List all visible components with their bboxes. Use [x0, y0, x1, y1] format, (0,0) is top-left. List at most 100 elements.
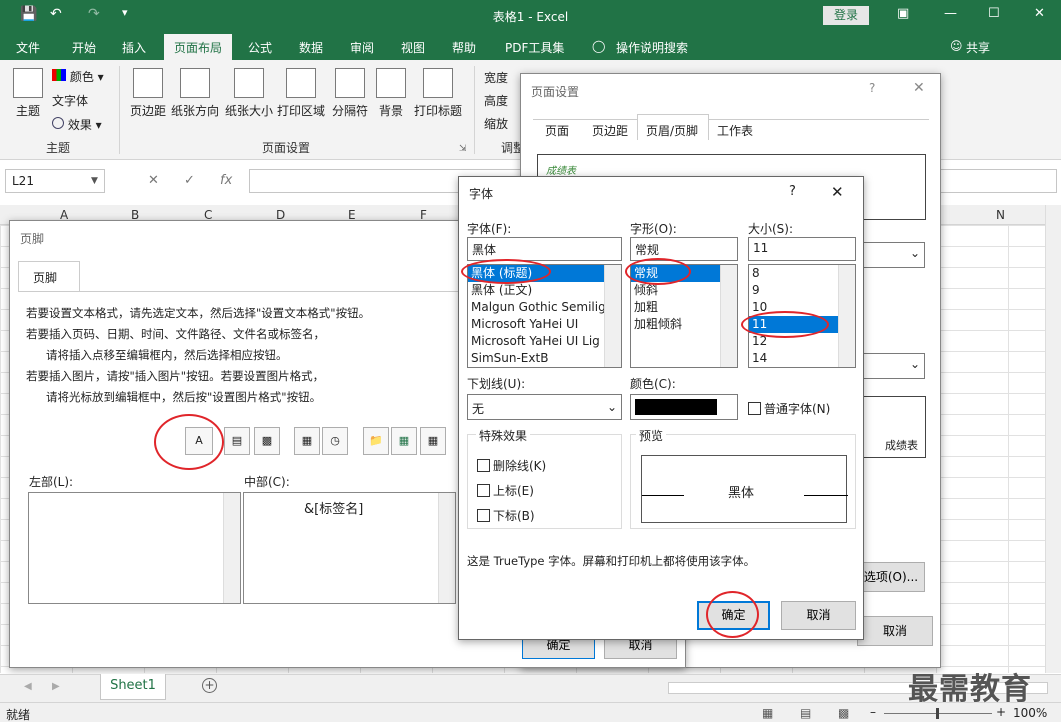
tab-page-layout[interactable]: 页面布局	[164, 34, 233, 60]
style-input[interactable]: 常规	[630, 237, 738, 261]
left-section-input[interactable]	[28, 492, 241, 604]
fonts-button[interactable]: 文字体	[52, 92, 88, 109]
list-item[interactable]: Microsoft YaHei UI Lig	[468, 333, 621, 350]
tab-file[interactable]: 文件	[16, 39, 40, 56]
tab-review[interactable]: 审阅	[350, 39, 374, 56]
sheet-tab[interactable]: Sheet1	[100, 674, 166, 700]
list-item[interactable]: SimSun-ExtB	[468, 350, 621, 367]
page-layout-view-icon[interactable]: ▤	[800, 706, 811, 720]
subscript-checkbox[interactable]: 下标(B)	[477, 507, 535, 524]
page-setup-title: 页面设置	[531, 85, 580, 99]
maximize-icon[interactable]: ☐	[988, 6, 1000, 21]
scale-percent[interactable]: 缩放	[484, 115, 508, 132]
insert-function-icon[interactable]: fx	[220, 173, 232, 188]
font-input[interactable]: 黑体	[467, 237, 622, 261]
orientation-button[interactable]: 纸张方向	[170, 68, 220, 119]
column-header[interactable]: N	[996, 208, 1005, 222]
close-icon[interactable]: ✕	[1034, 6, 1045, 21]
underline-select[interactable]: 无 ⌄	[467, 394, 622, 420]
cancel-button[interactable]: 取消	[857, 616, 933, 646]
print-area-button[interactable]: 打印区域	[276, 68, 326, 119]
header-select[interactable]: ⌄	[857, 242, 925, 268]
cancel-button[interactable]: 取消	[781, 601, 856, 630]
center-section-input[interactable]: &[标签名]	[243, 492, 456, 604]
effects-button[interactable]: 效果 ▾	[52, 116, 102, 133]
add-sheet-icon[interactable]: +	[202, 678, 217, 693]
tab-pdf-tools[interactable]: PDF工具集	[505, 39, 564, 56]
scrollbar[interactable]	[720, 265, 737, 367]
tab-data[interactable]: 数据	[299, 39, 323, 56]
tab-header-footer[interactable]: 页眉/页脚	[637, 114, 709, 140]
scrollbar[interactable]	[838, 265, 855, 367]
close-icon[interactable]: ✕	[913, 80, 925, 96]
insert-file-path-icon[interactable]: 📁	[363, 427, 389, 455]
insert-date-icon[interactable]: ▦	[294, 427, 320, 455]
tab-home[interactable]: 开始	[72, 39, 96, 56]
tab-formulas[interactable]: 公式	[248, 39, 272, 56]
insert-page-number-icon[interactable]: ▤	[224, 427, 250, 455]
prev-sheet-icon[interactable]: ◀	[24, 681, 32, 692]
insert-page-count-icon[interactable]: ▩	[254, 427, 280, 455]
size-button[interactable]: 纸张大小	[224, 68, 274, 119]
zoom-level[interactable]: 100%	[1013, 706, 1047, 720]
superscript-checkbox[interactable]: 上标(E)	[477, 482, 534, 499]
font-dialog: 字体 ? ✕ 字体(F): 黑体 黑体 (标题) 黑体 (正文) Malgun …	[458, 176, 864, 640]
ribbon-display-icon[interactable]: ▣	[897, 6, 909, 21]
list-item[interactable]: Malgun Gothic Semilig	[468, 299, 621, 316]
colors-button[interactable]: 颜色 ▾	[52, 68, 104, 85]
watermark: 最需教育	[908, 672, 1032, 707]
normal-view-icon[interactable]: ▦	[762, 706, 773, 720]
vertical-scrollbar[interactable]	[1045, 205, 1061, 673]
zoom-slider-thumb[interactable]	[936, 708, 939, 719]
tab-margins[interactable]: 页边距	[592, 122, 628, 139]
scale-width[interactable]: 宽度	[484, 69, 508, 86]
zoom-out-icon[interactable]: –	[870, 705, 876, 719]
tab-insert[interactable]: 插入	[122, 39, 146, 56]
highlight-circle	[706, 591, 759, 638]
footer-select[interactable]: ⌄	[857, 353, 925, 379]
scrollbar[interactable]	[604, 265, 621, 367]
breaks-button[interactable]: 分隔符	[330, 68, 370, 119]
themes-button[interactable]: 主题	[10, 68, 46, 119]
options-button[interactable]: 选项(O)...	[857, 562, 925, 592]
tell-me-search[interactable]: 操作说明搜索	[616, 39, 688, 56]
color-swatch	[635, 399, 717, 415]
theme-group-label: 主题	[46, 141, 71, 155]
name-box[interactable]: L21	[5, 169, 105, 193]
tab-view[interactable]: 视图	[401, 39, 425, 56]
scale-height[interactable]: 高度	[484, 92, 508, 109]
tab-help[interactable]: 帮助	[452, 39, 476, 56]
share-button[interactable]: 共享	[966, 39, 990, 56]
tab-sheet[interactable]: 工作表	[717, 122, 753, 139]
next-sheet-icon[interactable]: ▶	[52, 681, 60, 692]
namebox-dropdown-icon[interactable]: ▼	[91, 176, 98, 186]
color-select[interactable]	[630, 394, 738, 420]
font-dialog-title: 字体	[469, 187, 494, 201]
insert-sheet-name-icon[interactable]: ▦	[420, 427, 446, 455]
tab-footer[interactable]: 页脚	[18, 261, 80, 291]
dialog-launcher-icon[interactable]: ⇲	[459, 144, 467, 154]
paper-size-icon	[234, 68, 264, 98]
margins-button[interactable]: 页边距	[128, 68, 168, 119]
effects-group: 特殊效果 删除线(K) 上标(E) 下标(B)	[467, 427, 622, 529]
size-input[interactable]: 11	[748, 237, 856, 261]
page-break-view-icon[interactable]: ▩	[838, 706, 849, 720]
close-icon[interactable]: ✕	[831, 183, 844, 201]
help-icon[interactable]: ?	[869, 81, 875, 95]
list-item[interactable]: 黑体 (正文)	[468, 282, 621, 299]
insert-time-icon[interactable]: ◷	[322, 427, 348, 455]
insert-file-name-icon[interactable]: ▦	[391, 427, 417, 455]
normal-font-checkbox[interactable]: 普通字体(N)	[748, 400, 830, 417]
print-titles-button[interactable]: 打印标题	[412, 68, 464, 119]
cancel-formula-icon[interactable]: ✕	[148, 173, 159, 188]
help-icon[interactable]: ?	[789, 184, 796, 199]
minimize-icon[interactable]: —	[944, 6, 957, 21]
tab-page[interactable]: 页面	[545, 122, 569, 139]
scrollbar[interactable]	[438, 493, 455, 603]
strikethrough-checkbox[interactable]: 删除线(K)	[477, 457, 546, 474]
scrollbar[interactable]	[223, 493, 240, 603]
background-button[interactable]: 背景	[374, 68, 408, 119]
list-item[interactable]: Microsoft YaHei UI	[468, 316, 621, 333]
login-button[interactable]: 登录	[823, 6, 869, 25]
enter-formula-icon[interactable]: ✓	[184, 173, 195, 188]
